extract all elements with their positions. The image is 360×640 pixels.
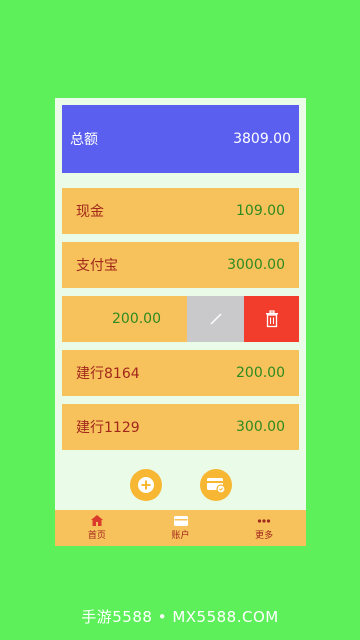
account-name: 建行8164: [76, 366, 140, 382]
trash-icon: [265, 310, 278, 328]
total-summary-card: 总额 3809.00: [62, 105, 299, 173]
home-icon: [90, 515, 103, 526]
account-amount: 200.00: [112, 311, 161, 327]
account-row-ccb-1129[interactable]: 建行1129 300.00: [62, 404, 299, 450]
account-amount: 3000.00: [227, 257, 285, 273]
nav-home-label: 首页: [87, 531, 106, 541]
plus-circle-icon: [138, 477, 154, 493]
total-amount: 3809.00: [233, 131, 291, 147]
account-row-alipay[interactable]: 支付宝 3000.00: [62, 242, 299, 288]
account-row-ccb-8164[interactable]: 建行8164 200.00: [62, 350, 299, 396]
add-account-button[interactable]: [130, 469, 162, 501]
add-card-button[interactable]: [200, 469, 232, 501]
delete-button[interactable]: [244, 296, 299, 342]
nav-more-label: 更多: [255, 530, 274, 541]
nav-more[interactable]: 更多: [222, 510, 306, 546]
edit-button[interactable]: [187, 296, 244, 342]
nav-accounts-label: 账户: [171, 530, 190, 541]
app-screen: 总额 3809.00 现金 109.00 支付宝 3000.00 200.00: [55, 98, 306, 546]
account-name: 建行1129: [76, 420, 140, 436]
swiped-row-content: 200.00: [62, 296, 187, 342]
edit-icon: [210, 313, 221, 325]
account-amount: 200.00: [236, 365, 285, 381]
account-name: 支付宝: [76, 258, 118, 274]
bottom-navigation: 首页 账户 更多: [55, 510, 306, 546]
card-icon: [173, 515, 188, 526]
nav-home[interactable]: 首页: [55, 510, 139, 546]
account-row-cash[interactable]: 现金 109.00: [62, 188, 299, 234]
account-amount: 300.00: [236, 419, 285, 435]
nav-accounts[interactable]: 账户: [139, 510, 223, 546]
account-row-swiped[interactable]: 200.00: [62, 296, 299, 342]
account-amount: 109.00: [236, 203, 285, 219]
more-icon: [258, 518, 271, 523]
account-name: 现金: [76, 204, 104, 220]
watermark-text: 手游5588 • MX5588.COM: [81, 608, 279, 626]
wallet-card-icon: [207, 478, 226, 494]
total-label: 总额: [70, 132, 98, 148]
